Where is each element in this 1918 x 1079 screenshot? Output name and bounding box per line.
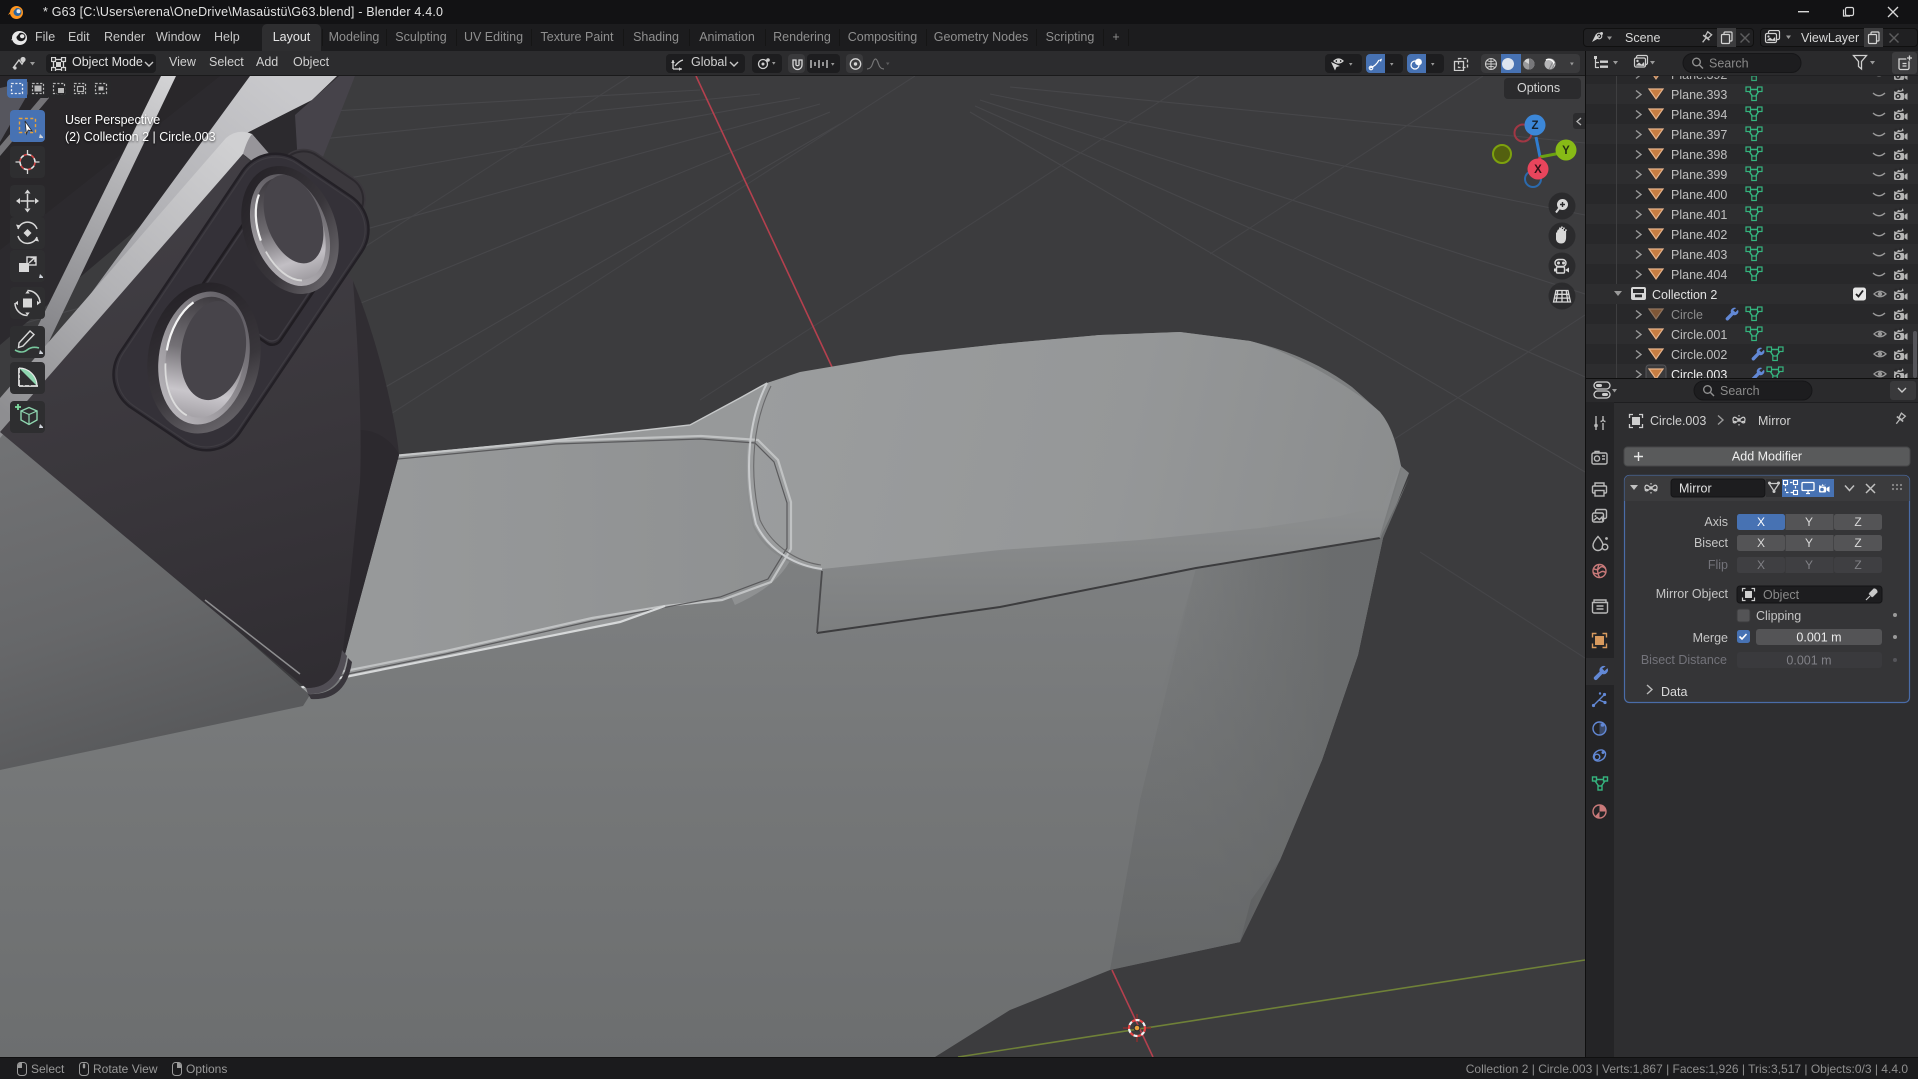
svg-text:Data: Data (1661, 685, 1687, 699)
svg-text:Plane.399: Plane.399 (1671, 168, 1727, 182)
svg-text:Mirror: Mirror (1758, 414, 1791, 428)
svg-text:Collection 2: Collection 2 (1652, 288, 1717, 302)
svg-text:Z: Z (1531, 120, 1538, 132)
svg-text:Y: Y (1805, 515, 1813, 529)
svg-text:Plane.404: Plane.404 (1671, 268, 1727, 282)
svg-text:Circle.001: Circle.001 (1671, 328, 1727, 342)
svg-text:Circle.003: Circle.003 (1650, 414, 1706, 428)
svg-text:Plane.394: Plane.394 (1671, 108, 1727, 122)
svg-text:X: X (1757, 536, 1765, 550)
svg-text:Plane.400: Plane.400 (1671, 188, 1727, 202)
svg-text:Y: Y (1805, 536, 1813, 550)
svg-text:Circle: Circle (1671, 308, 1703, 322)
svg-text:Plane.401: Plane.401 (1671, 208, 1727, 222)
svg-text:Plane.402: Plane.402 (1671, 228, 1727, 242)
svg-text:0.001 m: 0.001 m (1786, 654, 1831, 668)
svg-text:Z: Z (1854, 515, 1861, 529)
svg-text:Flip: Flip (1708, 558, 1728, 572)
svg-text:Circle.003: Circle.003 (1671, 368, 1727, 378)
svg-text:Search: Search (1720, 384, 1760, 398)
svg-text:Plane.397: Plane.397 (1671, 128, 1727, 142)
svg-text:Y: Y (1562, 145, 1570, 157)
svg-text:Axis: Axis (1704, 515, 1728, 529)
svg-text:Z: Z (1854, 558, 1861, 572)
svg-text:Circle.002: Circle.002 (1671, 348, 1727, 362)
svg-text:Add Modifier: Add Modifier (1732, 450, 1802, 464)
svg-text:Clipping: Clipping (1756, 609, 1801, 623)
svg-text:0.001 m: 0.001 m (1796, 631, 1841, 645)
svg-text:Bisect: Bisect (1694, 536, 1729, 550)
svg-text:X: X (1757, 558, 1765, 572)
svg-text:Merge: Merge (1693, 631, 1728, 645)
svg-text:Plane.393: Plane.393 (1671, 88, 1727, 102)
svg-text:Y: Y (1805, 558, 1813, 572)
svg-text:Mirror: Mirror (1679, 482, 1712, 496)
svg-text:Plane.403: Plane.403 (1671, 248, 1727, 262)
svg-text:Z: Z (1854, 536, 1861, 550)
svg-text:Bisect Distance: Bisect Distance (1641, 653, 1727, 667)
svg-text:Mirror Object: Mirror Object (1656, 587, 1729, 601)
svg-text:Object: Object (1763, 588, 1800, 602)
svg-text:X: X (1534, 164, 1542, 176)
svg-text:Search: Search (1709, 57, 1749, 71)
svg-text:Plane.398: Plane.398 (1671, 148, 1727, 162)
svg-text:X: X (1757, 515, 1765, 529)
